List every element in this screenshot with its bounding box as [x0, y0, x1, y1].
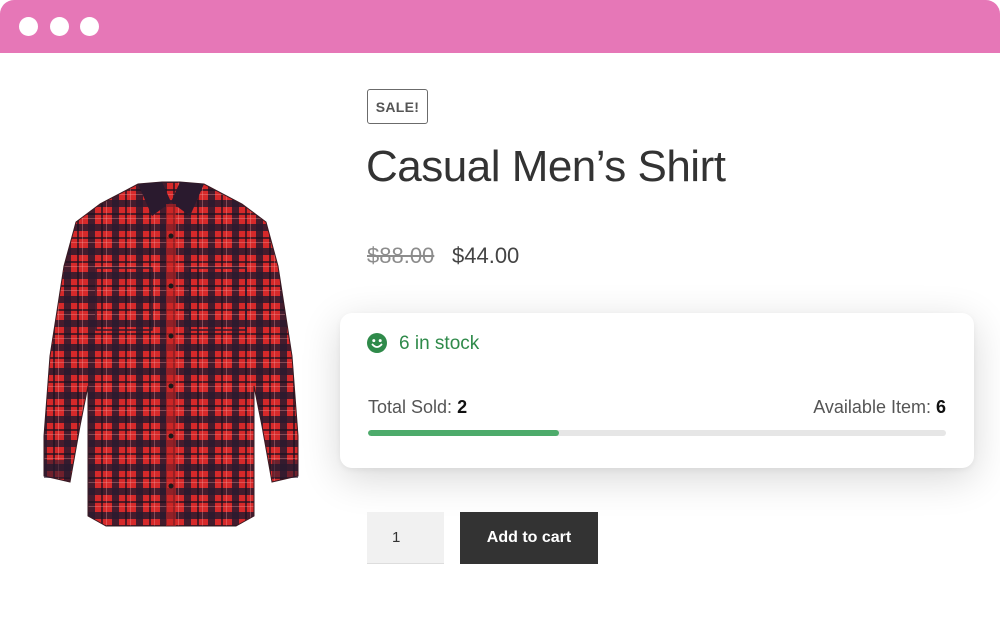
- quantity-input[interactable]: [367, 512, 444, 564]
- total-sold: Total Sold: 2: [368, 397, 467, 418]
- total-sold-value: 2: [457, 397, 468, 417]
- available-value: 6: [935, 397, 946, 417]
- sold-progress-bar: [368, 430, 946, 436]
- stock-status: 6 in stock: [399, 333, 480, 354]
- sold-progress-fill: [368, 430, 559, 436]
- window-dot-icon[interactable]: [80, 17, 99, 36]
- stock-card: 6 in stock Total Sold: 2 Available Item:…: [340, 313, 974, 468]
- window-titlebar: [0, 0, 1000, 53]
- window-dot-icon[interactable]: [19, 17, 38, 36]
- product-image: [43, 181, 299, 527]
- sale-badge: SALE!: [367, 89, 428, 124]
- window-dot-icon[interactable]: [50, 17, 69, 36]
- browser-window: SALE! Casual Men’s Shirt $88.00 $44.00 6…: [0, 0, 1000, 624]
- sale-price: $44.00: [452, 243, 520, 268]
- total-sold-label: Total Sold:: [368, 397, 453, 417]
- product-title: Casual Men’s Shirt: [366, 142, 726, 191]
- original-price: $88.00: [367, 243, 435, 268]
- available-items: Available Item: 6: [813, 397, 946, 418]
- smiley-icon: [367, 333, 387, 353]
- add-to-cart-button[interactable]: Add to cart: [460, 512, 598, 564]
- available-label: Available Item:: [813, 397, 931, 417]
